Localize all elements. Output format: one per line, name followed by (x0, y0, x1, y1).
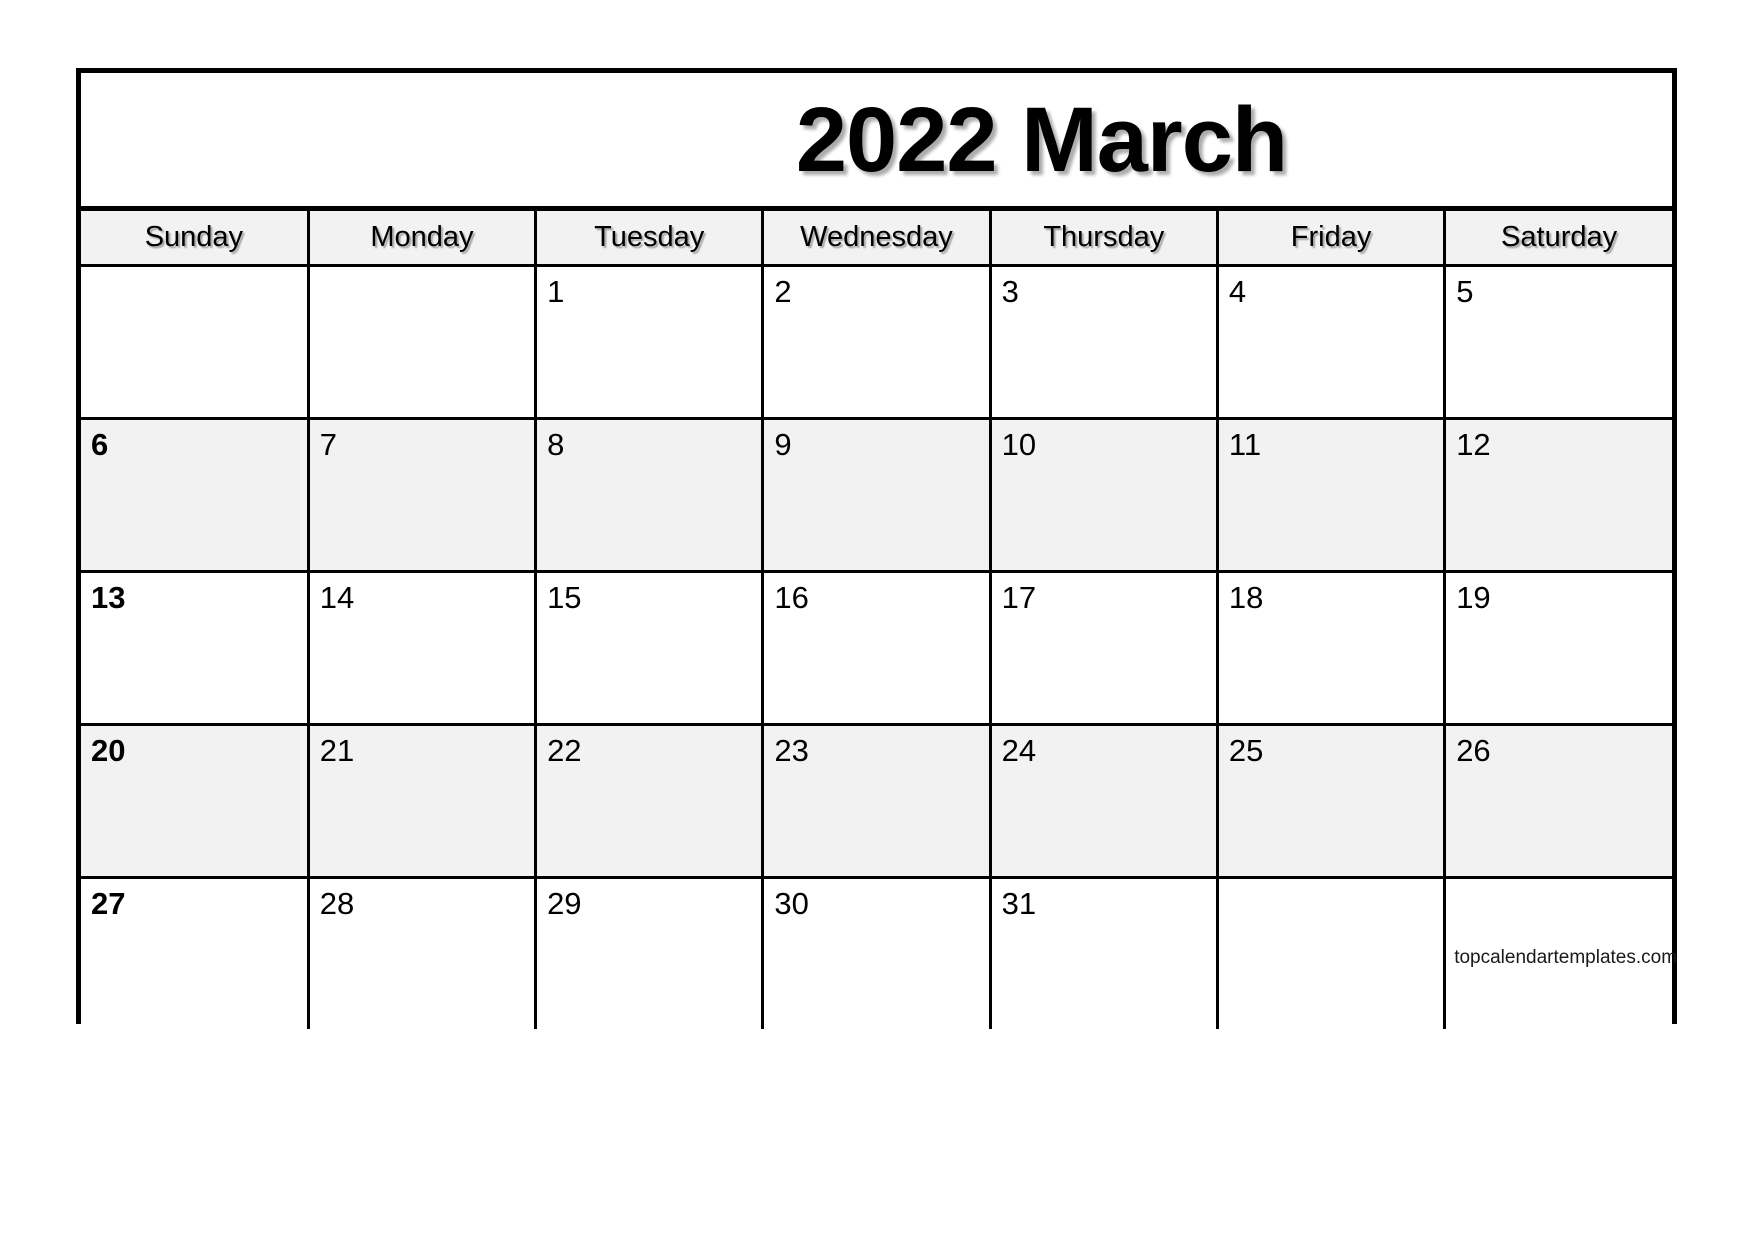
day-cell[interactable]: 11 (1215, 417, 1447, 573)
day-number: 8 (547, 427, 565, 462)
day-cell[interactable]: 15 (534, 570, 765, 726)
day-number: 23 (774, 733, 809, 768)
calendar-page: 2022 March Sunday Monday Tuesday Wednesd… (0, 0, 1754, 1240)
day-cell[interactable] (81, 264, 310, 420)
weekday-header-tuesday: Tuesday (534, 211, 765, 267)
day-number: 4 (1228, 274, 1247, 309)
day-cell[interactable]: 30 (761, 876, 992, 1029)
day-number: 9 (774, 427, 792, 462)
calendar-frame: 2022 March Sunday Monday Tuesday Wednesd… (76, 68, 1677, 1029)
day-number: 20 (91, 733, 126, 768)
day-cell[interactable]: 31 (988, 876, 1219, 1029)
day-number: 24 (1001, 733, 1037, 768)
day-cell[interactable]: 17 (988, 570, 1219, 726)
calendar-grid: Sunday Monday Tuesday Wednesday Thursday… (81, 211, 1677, 1029)
day-cell[interactable]: 21 (306, 723, 538, 879)
day-number: 12 (1456, 427, 1491, 462)
day-number: 14 (319, 580, 355, 615)
day-cell[interactable]: 19 (1443, 570, 1672, 726)
day-cell[interactable]: 18 (1215, 570, 1447, 726)
day-cell[interactable]: 5 (1443, 264, 1672, 420)
day-cell[interactable] (306, 264, 538, 420)
day-number: 28 (319, 886, 355, 921)
day-number: 29 (547, 886, 582, 921)
day-cell[interactable]: 23 (761, 723, 992, 879)
day-number: 25 (1228, 733, 1264, 768)
calendar-week-row: 27 28 29 30 31 topcalendartemplates.com (81, 876, 1677, 1029)
day-cell[interactable]: 7 (306, 417, 538, 573)
calendar-week-row: 1 2 3 4 5 (81, 264, 1672, 420)
day-cell[interactable]: 12 (1443, 417, 1672, 573)
calendar-title: 2022 March (795, 88, 1288, 191)
day-number: 15 (547, 580, 582, 615)
day-cell[interactable]: 26 (1443, 723, 1672, 879)
day-cell[interactable]: 6 (81, 417, 310, 573)
day-cell[interactable]: 13 (81, 570, 310, 726)
day-number: 17 (1001, 580, 1037, 615)
day-cell[interactable] (1215, 876, 1447, 1029)
calendar-weekday-header-row: Sunday Monday Tuesday Wednesday Thursday… (81, 211, 1672, 267)
day-cell[interactable]: 24 (988, 723, 1219, 879)
day-cell[interactable]: 3 (988, 264, 1219, 420)
site-watermark: topcalendartemplates.com (1454, 947, 1678, 968)
day-number: 16 (774, 580, 809, 615)
weekday-header-monday: Monday (306, 211, 538, 267)
day-number: 22 (547, 733, 582, 768)
calendar-week-row: 6 7 8 9 10 11 12 (81, 417, 1672, 573)
day-cell[interactable]: 25 (1215, 723, 1447, 879)
day-number: 7 (319, 427, 338, 462)
day-cell[interactable]: 14 (306, 570, 538, 726)
day-number: 18 (1228, 580, 1264, 615)
day-number: 31 (1001, 886, 1037, 921)
calendar-week-row: 13 14 15 16 17 18 19 (81, 570, 1672, 726)
day-cell[interactable]: 28 (306, 876, 538, 1029)
day-cell[interactable]: 29 (534, 876, 765, 1029)
weekday-header-thursday: Thursday (988, 211, 1219, 267)
day-cell[interactable]: 8 (534, 417, 765, 573)
day-number: 13 (91, 580, 126, 615)
day-cell[interactable]: 4 (1215, 264, 1447, 420)
day-number: 6 (91, 427, 109, 462)
weekday-header-wednesday: Wednesday (761, 211, 992, 267)
day-cell[interactable]: 9 (761, 417, 992, 573)
day-number: 3 (1001, 274, 1019, 309)
day-cell[interactable]: 20 (81, 723, 310, 879)
day-number: 10 (1001, 427, 1037, 462)
day-cell[interactable]: topcalendartemplates.com (1443, 876, 1677, 1029)
day-cell[interactable]: 10 (988, 417, 1219, 573)
day-number: 26 (1456, 733, 1491, 768)
day-cell[interactable]: 1 (534, 264, 765, 420)
day-number: 1 (547, 274, 565, 309)
day-number: 21 (319, 733, 355, 768)
day-cell[interactable]: 16 (761, 570, 992, 726)
day-number: 5 (1456, 274, 1474, 309)
day-number: 27 (91, 886, 126, 921)
weekday-header-sunday: Sunday (81, 211, 310, 267)
weekday-header-saturday: Saturday (1443, 211, 1672, 267)
day-cell[interactable]: 22 (534, 723, 765, 879)
weekday-header-friday: Friday (1215, 211, 1447, 267)
calendar-week-row: 20 21 22 23 24 25 26 (81, 723, 1672, 879)
day-number: 2 (774, 274, 792, 309)
calendar-weeks: 1 2 3 4 5 6 7 8 9 10 11 12 13 14 15 16 1… (81, 264, 1677, 1029)
day-cell[interactable]: 27 (81, 876, 310, 1029)
day-number: 19 (1456, 580, 1491, 615)
day-number: 30 (774, 886, 809, 921)
calendar-title-band: 2022 March (81, 73, 1672, 211)
day-number: 11 (1228, 427, 1262, 462)
day-cell[interactable]: 2 (761, 264, 992, 420)
